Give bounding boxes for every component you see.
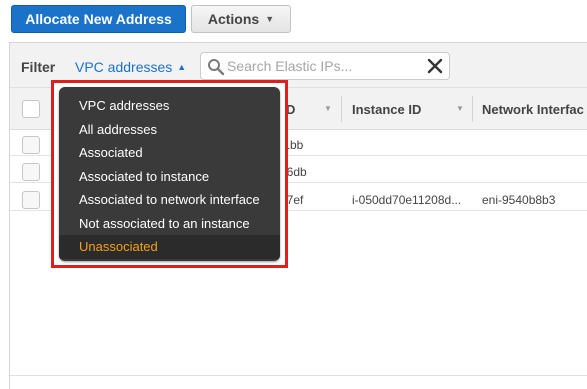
row-checkbox[interactable]: [22, 136, 40, 154]
allocate-new-address-button[interactable]: Allocate New Address: [11, 5, 186, 33]
filter-selected-value: VPC addresses: [75, 59, 173, 75]
dropdown-item-associated[interactable]: Associated: [59, 141, 280, 165]
network-interface-cell[interactable]: eni-9540b8b3: [482, 193, 555, 207]
row-checkbox[interactable]: [22, 163, 40, 181]
column-header-instance-id[interactable]: Instance ID: [352, 102, 421, 117]
dropdown-item-vpc-addresses[interactable]: VPC addresses: [59, 94, 280, 118]
dropdown-item-associated-to-instance[interactable]: Associated to instance: [59, 165, 280, 189]
column-divider: [472, 96, 473, 122]
filter-select[interactable]: VPC addresses ▲: [75, 59, 186, 75]
panel-bottom-border: [10, 375, 587, 376]
filter-label: Filter: [21, 59, 56, 75]
column-header-network-interface[interactable]: Network Interfac: [482, 102, 584, 117]
chevron-up-icon: ▲: [177, 62, 187, 72]
instance-id-cell[interactable]: i-050dd70e11208d...: [352, 193, 461, 207]
sort-icon[interactable]: ▼: [324, 104, 332, 113]
search-input[interactable]: [227, 56, 423, 76]
search-box: [200, 52, 450, 80]
dropdown-item-all-addresses[interactable]: All addresses: [59, 118, 280, 142]
close-icon[interactable]: [427, 58, 443, 74]
row-checkbox[interactable]: [22, 191, 40, 209]
sort-icon[interactable]: ▼: [456, 104, 464, 113]
dropdown-item-not-associated[interactable]: Not associated to an instance: [59, 212, 280, 236]
actions-button[interactable]: Actions ▼: [191, 5, 291, 33]
column-divider: [341, 96, 342, 122]
chevron-down-icon: ▼: [265, 14, 275, 24]
dropdown-item-associated-to-network-interface[interactable]: Associated to network interface: [59, 188, 280, 212]
actions-label: Actions: [207, 11, 260, 27]
annotation-highlight-box: VPC addresses All addresses Associated A…: [51, 80, 288, 268]
select-all-checkbox[interactable]: [22, 100, 40, 118]
dropdown-item-unassociated[interactable]: Unassociated: [59, 235, 280, 259]
search-icon: [208, 59, 225, 76]
filter-dropdown-menu: VPC addresses All addresses Associated A…: [59, 87, 280, 261]
